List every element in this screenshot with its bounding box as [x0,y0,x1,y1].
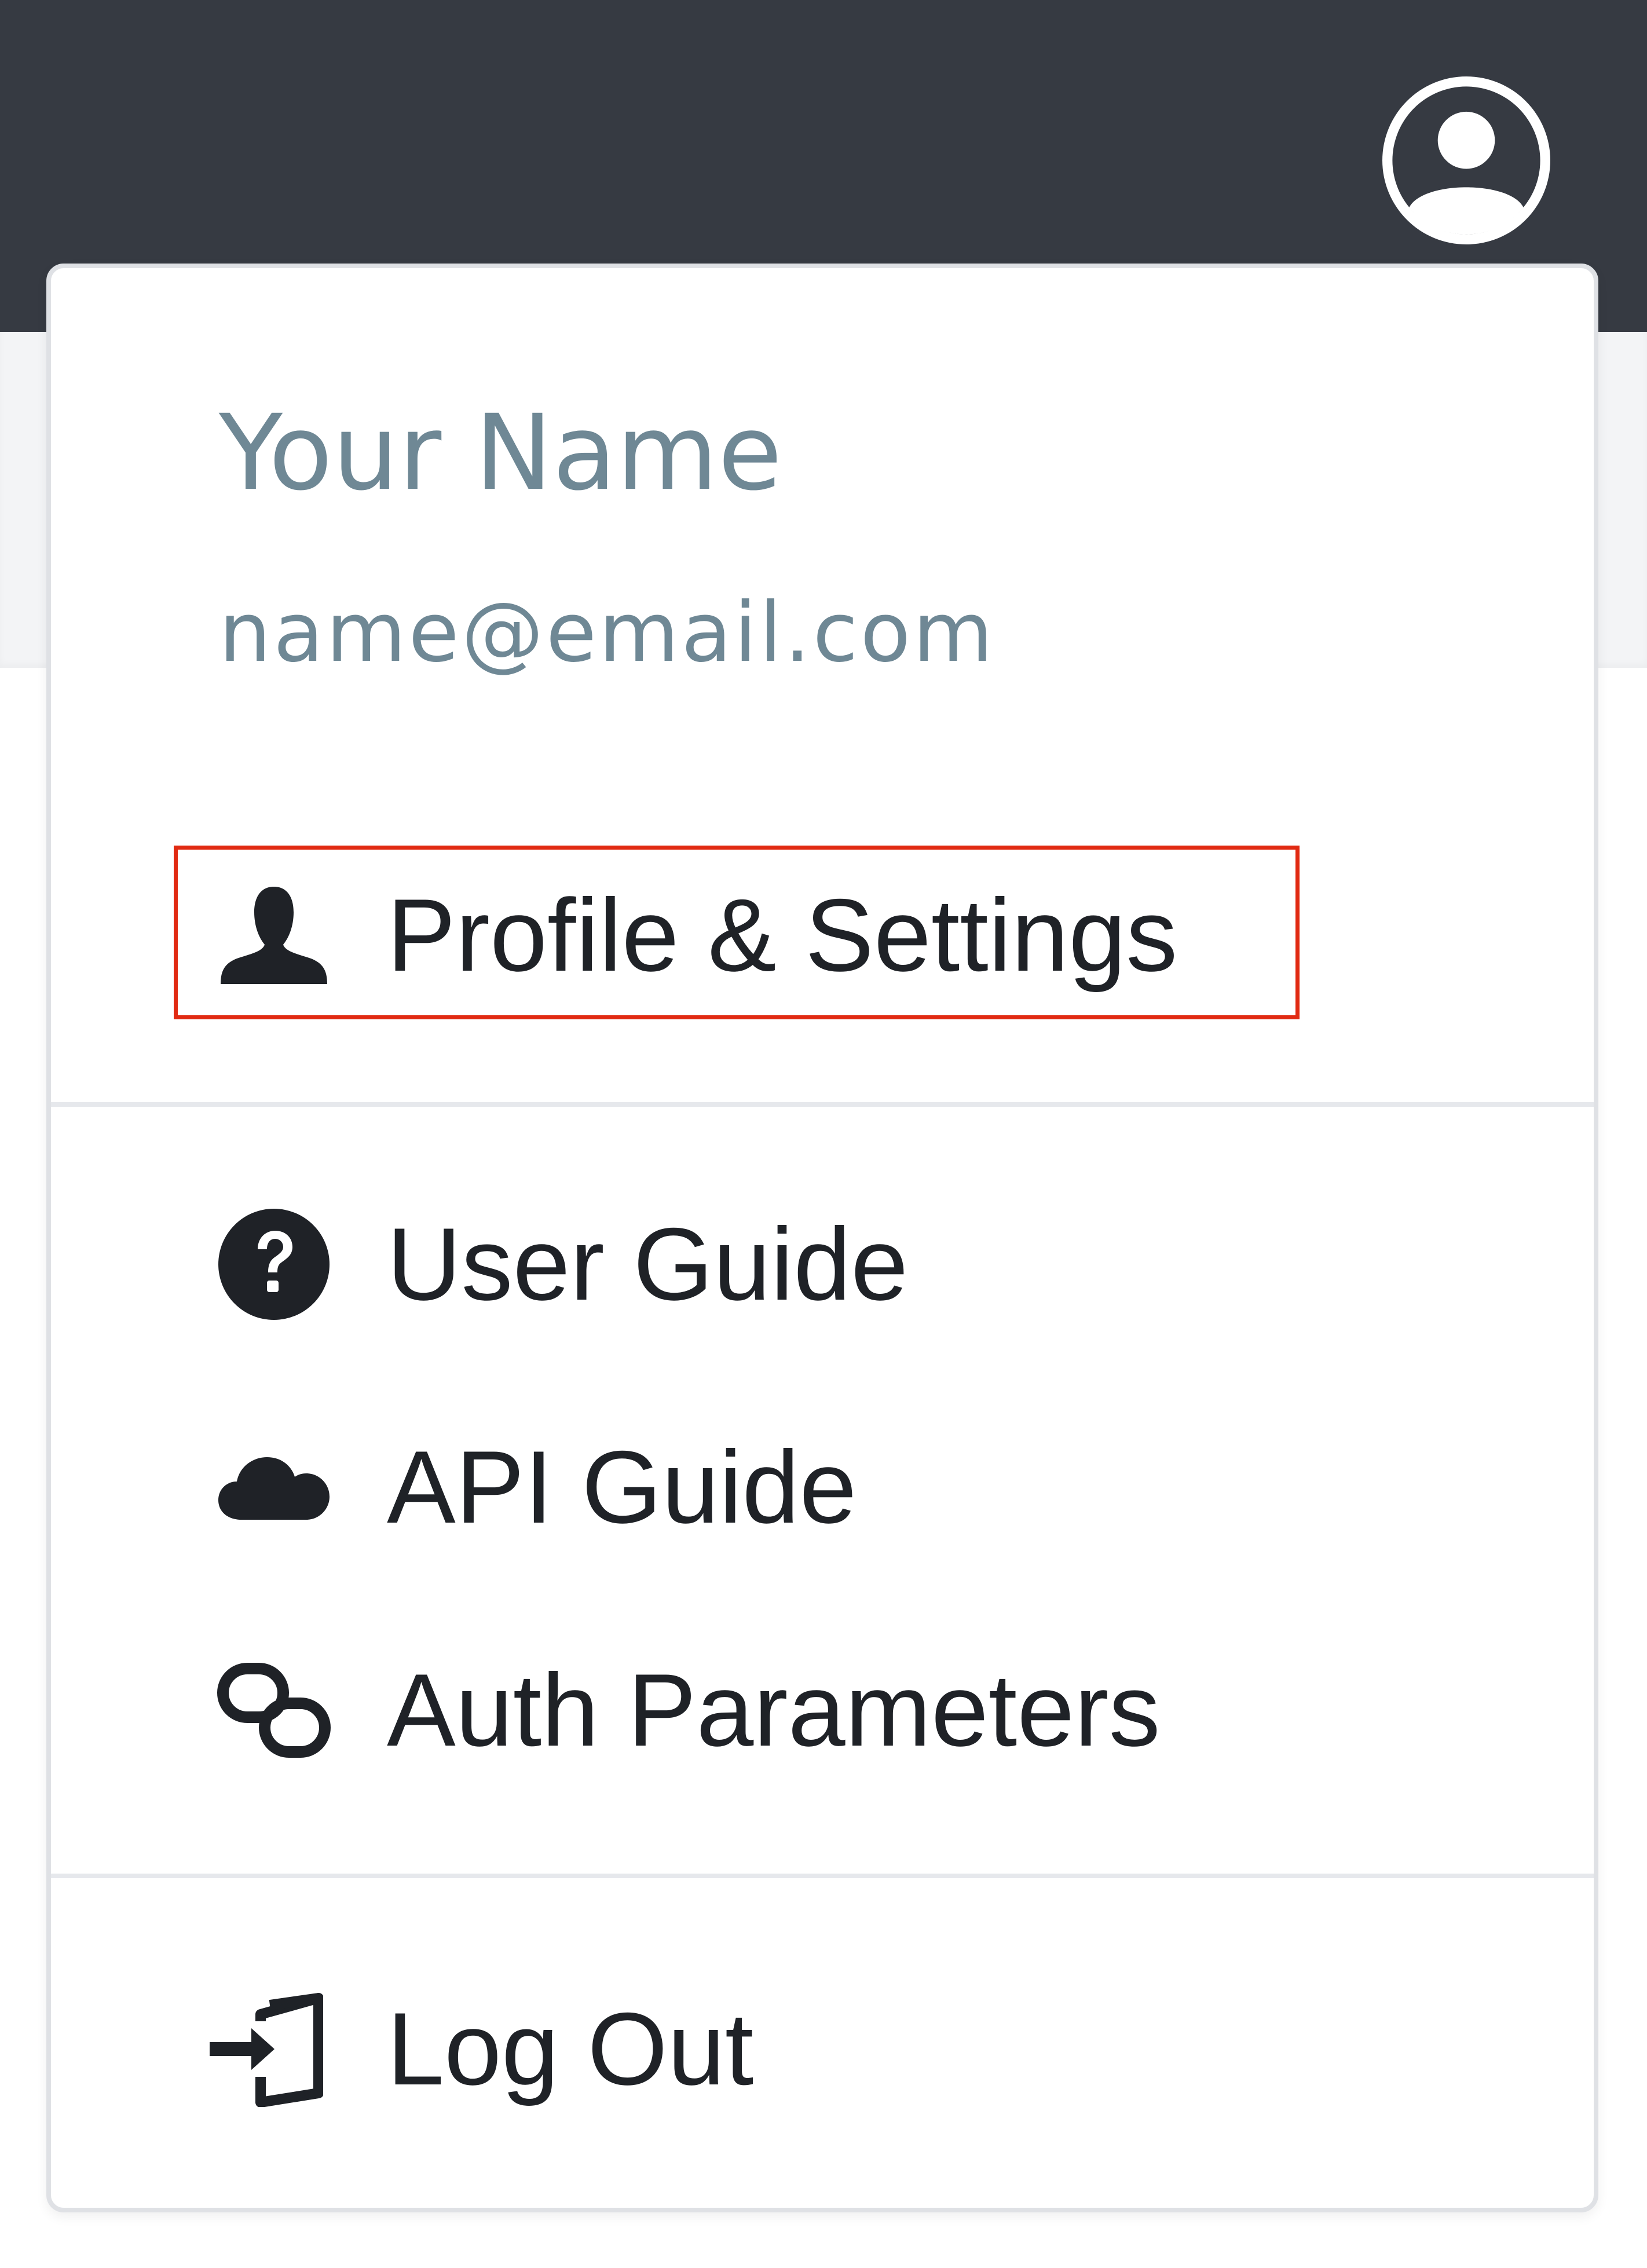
api-guide-label: API Guide [387,1429,857,1545]
auth-parameters-label: Auth Parameters [387,1652,1161,1768]
auth-parameters-menu-item[interactable]: Auth Parameters [51,1623,1594,1797]
user-avatar-button[interactable] [1382,76,1550,244]
cloud-icon [216,1429,332,1545]
log-out-menu-item[interactable]: Log Out [51,1962,1594,2136]
menu-divider [51,1102,1594,1107]
question-circle-icon [216,1206,332,1322]
link-icon [216,1652,332,1768]
user-dropdown-menu: Your Name name@email.com Profile & Setti… [46,264,1598,2212]
log-out-label: Log Out [387,1991,754,2106]
user-email: name@email.com [219,585,995,681]
menu-divider [51,1874,1594,1878]
log-out-icon [207,1991,323,2107]
user-guide-label: User Guide [387,1206,909,1322]
api-guide-menu-item[interactable]: API Guide [51,1400,1594,1574]
user-guide-menu-item[interactable]: User Guide [51,1177,1594,1351]
highlight-box [174,846,1300,1019]
user-circle-icon [1382,76,1550,244]
user-name: Your Name [219,393,782,514]
